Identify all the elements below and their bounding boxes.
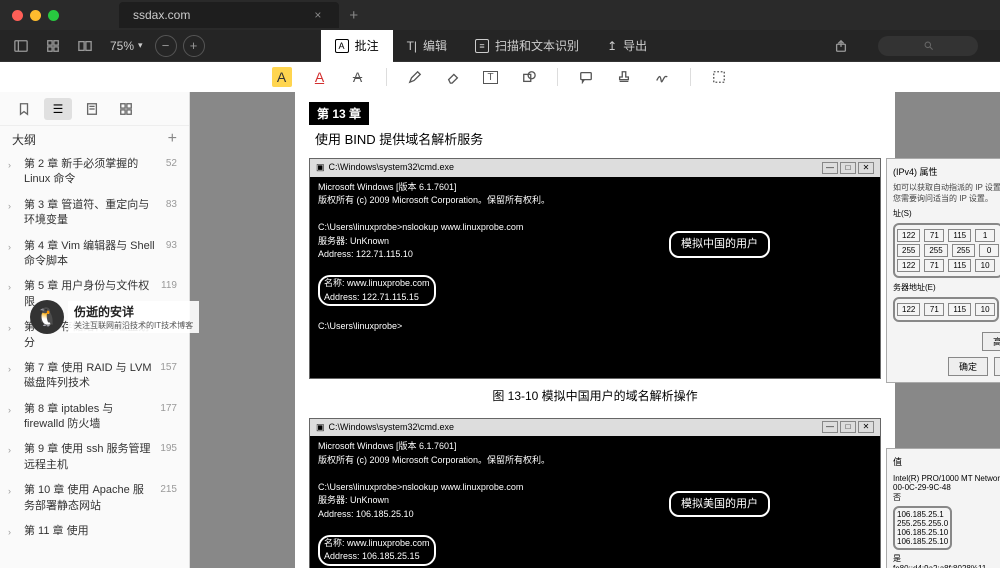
- chevron-icon: ›: [8, 485, 18, 498]
- outline-view-icon[interactable]: ☰: [44, 98, 72, 120]
- cmd-icon: ▣: [316, 161, 325, 175]
- outline-item[interactable]: ›第 11 章 使用: [0, 519, 189, 544]
- sidebar-title: 大纲: [12, 131, 36, 148]
- chevron-icon: ›: [8, 159, 18, 172]
- highlight-tool[interactable]: A: [272, 67, 292, 87]
- close-tab-icon[interactable]: ×: [310, 8, 325, 22]
- browser-tab[interactable]: ssdax.com ×: [119, 2, 339, 28]
- share-icon[interactable]: [828, 33, 854, 59]
- new-tab-button[interactable]: +: [349, 7, 358, 24]
- outline-item[interactable]: ›第 7 章 使用 RAID 与 LVM 磁盘阵列技术157: [0, 356, 189, 397]
- caption-1: 图 13-10 模拟中国用户的域名解析操作: [295, 387, 895, 404]
- toolbar: 75% ▾ − + A批注 T|编辑 ≡扫描和文本识别 ↥导出: [0, 30, 1000, 62]
- titlebar: ssdax.com × +: [0, 0, 1000, 30]
- terminal-2: ▣C:\Windows\system32\cmd.exe—□✕ Microsof…: [309, 418, 881, 568]
- search-input[interactable]: [878, 36, 978, 56]
- zoom-out-button[interactable]: −: [155, 35, 177, 57]
- ipv4-properties: (IPv4) 属性 如可以获取自动指派的 IP 设置。否则， 您需要询问适当的 …: [886, 158, 1000, 383]
- annotation-toolbar: A A A T: [0, 62, 1000, 92]
- outline-item[interactable]: ›第 3 章 管道符、重定向与环境变量83: [0, 193, 189, 234]
- tab-export[interactable]: ↥导出: [593, 30, 661, 62]
- outline-item[interactable]: ›第 6 章 存储结构与磁盘划分136: [0, 315, 189, 356]
- chevron-icon: ›: [8, 241, 18, 254]
- tab-annotate[interactable]: A批注: [321, 30, 393, 62]
- textbox-tool[interactable]: T: [481, 67, 501, 87]
- outline-item[interactable]: ›第 10 章 使用 Apache 服务部署静态网站215: [0, 478, 189, 519]
- note-tool[interactable]: [576, 67, 596, 87]
- outline-list[interactable]: ›第 2 章 新手必须掌握的 Linux 命令52›第 3 章 管道符、重定向与…: [0, 152, 189, 568]
- bubble-us: 模拟美国的用户: [669, 491, 770, 518]
- chevron-icon: ›: [8, 526, 18, 539]
- stamp-tool[interactable]: [614, 67, 634, 87]
- page: 第 13 章 使用 BIND 提供域名解析服务 ▣C:\Windows\syst…: [295, 92, 895, 568]
- mode-tabs: A批注 T|编辑 ≡扫描和文本识别 ↥导出: [321, 30, 662, 62]
- close-dot[interactable]: [12, 10, 23, 21]
- two-page-icon[interactable]: [72, 33, 98, 59]
- figure-13-10: ▣C:\Windows\system32\cmd.exe—□✕ Microsof…: [309, 158, 881, 379]
- bookmark-view-icon[interactable]: [10, 98, 38, 120]
- eraser-tool[interactable]: [443, 67, 463, 87]
- zoom-in-button[interactable]: +: [183, 35, 205, 57]
- select-tool[interactable]: [709, 67, 729, 87]
- min-dot[interactable]: [30, 10, 41, 21]
- outline-item[interactable]: ›第 2 章 新手必须掌握的 Linux 命令52: [0, 152, 189, 193]
- underline-tool[interactable]: A: [310, 67, 330, 87]
- outline-item[interactable]: ›第 8 章 iptables 与 firewalld 防火墙177: [0, 397, 189, 438]
- chapter-badge: 第 13 章: [309, 102, 369, 125]
- max-dot[interactable]: [48, 10, 59, 21]
- add-outline-button[interactable]: +: [168, 130, 177, 148]
- outline-item[interactable]: ›第 4 章 Vim 编辑器与 Shell 命令脚本93: [0, 234, 189, 275]
- chevron-icon: ›: [8, 363, 18, 376]
- annot-view-icon[interactable]: [78, 98, 106, 120]
- chevron-icon: ›: [8, 404, 18, 417]
- sign-tool[interactable]: [652, 67, 672, 87]
- shape-tool[interactable]: [519, 67, 539, 87]
- network-details: 值 Intel(R) PRO/1000 MT Network Conn 00-0…: [886, 448, 1000, 568]
- bubble-cn: 模拟中国的用户: [669, 231, 770, 258]
- zoom-level[interactable]: 75% ▾: [104, 39, 149, 53]
- figure-13-11: ▣C:\Windows\system32\cmd.exe—□✕ Microsof…: [309, 418, 881, 568]
- pen-tool[interactable]: [405, 67, 425, 87]
- document-viewport[interactable]: 第 13 章 使用 BIND 提供域名解析服务 ▣C:\Windows\syst…: [190, 92, 1000, 568]
- sidebar: ☰ 大纲 + ›第 2 章 新手必须掌握的 Linux 命令52›第 3 章 管…: [0, 92, 190, 568]
- cmd-icon: ▣: [316, 421, 325, 435]
- chevron-icon: ›: [8, 322, 18, 335]
- tab-edit[interactable]: T|编辑: [393, 30, 461, 62]
- outline-item[interactable]: ›第 9 章 使用 ssh 服务管理远程主机195: [0, 437, 189, 478]
- tab-scan[interactable]: ≡扫描和文本识别: [461, 30, 593, 62]
- sidebar-toggle-icon[interactable]: [8, 33, 34, 59]
- thumb-view-icon[interactable]: [112, 98, 140, 120]
- grid-view-icon[interactable]: [40, 33, 66, 59]
- chevron-icon: ›: [8, 281, 18, 294]
- strike-tool[interactable]: A: [348, 67, 368, 87]
- chevron-icon: ›: [8, 444, 18, 457]
- traffic-lights: [12, 10, 59, 21]
- outline-item[interactable]: ›第 5 章 用户身份与文件权限119: [0, 274, 189, 315]
- chapter-title: 使用 BIND 提供域名解析服务: [311, 129, 895, 148]
- terminal-1: ▣C:\Windows\system32\cmd.exe—□✕ Microsof…: [309, 158, 881, 379]
- tab-title: ssdax.com: [133, 8, 190, 22]
- chevron-icon: ›: [8, 200, 18, 213]
